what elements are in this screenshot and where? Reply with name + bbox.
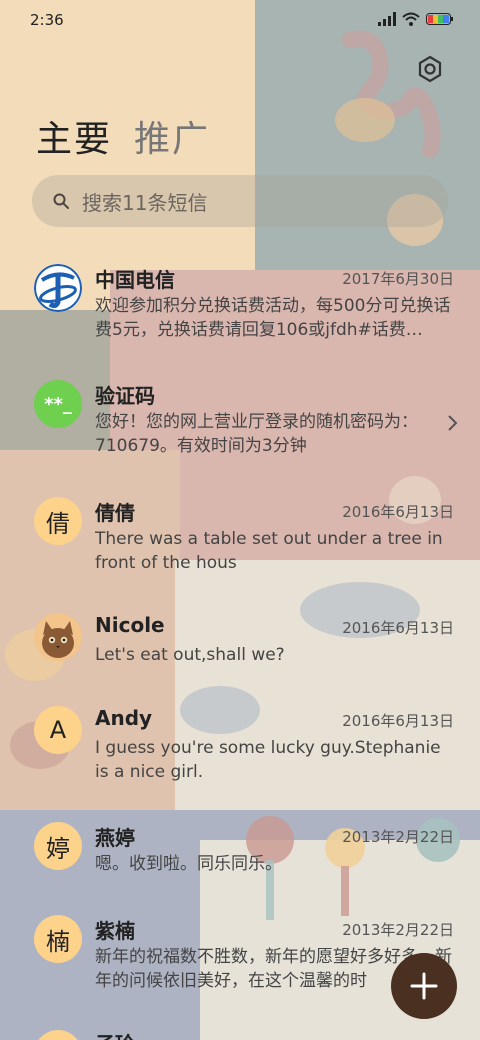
avatar: **_	[34, 380, 82, 428]
message-preview: I guess you're some lucky guy.Stephanie …	[95, 738, 441, 782]
conversation-row[interactable]: 倩 倩倩 2016年6月13日 There was a table set ou…	[0, 497, 480, 585]
conversation-row[interactable]: 婷 燕婷 2013年2月22日 嗯。收到啦。同乐同乐。	[0, 822, 480, 886]
avatar-letter: 婷	[46, 834, 70, 863]
tab-bar: 主要 推广	[36, 110, 210, 162]
message-preview: 嗯。收到啦。同乐同乐。	[95, 854, 282, 874]
contact-name: 中国电信	[95, 268, 175, 292]
message-preview: 欢迎参加积分兑换话费活动，每500分可兑换话费5元，兑换话费请回复106或jfd…	[95, 296, 451, 340]
search-placeholder: 搜索11条短信	[82, 190, 208, 215]
avatar	[34, 1030, 82, 1040]
message-date: 2016年6月13日	[342, 712, 454, 730]
conversation-row[interactable]: A Andy 2016年6月13日 I guess you're some lu…	[0, 706, 480, 794]
message-date: 2013年2月22日	[342, 828, 454, 846]
search-icon	[53, 193, 69, 209]
avatar-letter: 倩	[46, 509, 70, 538]
status-time: 2:36	[30, 11, 64, 29]
conversation-row[interactable]: **_ 验证码 您好！您的网上营业厅登录的随机密码为：710679。有效时间为3…	[0, 380, 480, 468]
battery-icon	[426, 13, 453, 25]
plus-icon	[410, 972, 438, 1000]
avatar-letter: A	[49, 716, 67, 744]
avatar	[34, 264, 82, 312]
compose-button[interactable]	[391, 953, 457, 1019]
avatar	[34, 613, 82, 661]
signal-icon	[378, 12, 396, 26]
contact-name: Andy	[95, 706, 153, 730]
avatar-text: **_	[44, 393, 72, 415]
message-date: 2016年6月13日	[342, 503, 454, 521]
conversation-row[interactable]: Nicole 2016年6月13日 Let's eat out,shall we…	[0, 613, 480, 677]
avatar: 婷	[34, 822, 82, 870]
status-bar: 2:36	[0, 0, 480, 40]
conversation-row[interactable]: 中国电信 2017年6月30日 欢迎参加积分兑换话费活动，每500分可兑换话费5…	[0, 264, 480, 352]
message-date: 2013年2月22日	[342, 921, 454, 939]
avatar: 楠	[34, 915, 82, 963]
contact-name: 验证码	[95, 384, 155, 408]
message-preview: There was a table set out under a tree i…	[95, 529, 443, 573]
contact-name: 倩倩	[95, 501, 135, 525]
tab-promotions[interactable]: 推广	[134, 110, 210, 162]
avatar-letter: 楠	[46, 927, 70, 956]
contact-name: 燕婷	[95, 826, 135, 850]
contact-name: Nicole	[95, 613, 165, 637]
wifi-icon	[402, 12, 420, 26]
message-date: 2016年6月13日	[342, 619, 454, 637]
contact-name: 子玲	[95, 1028, 135, 1040]
conversation-row[interactable]: 子玲	[0, 1026, 480, 1040]
gear-icon[interactable]	[416, 55, 444, 83]
message-preview: 您好！您的网上营业厅登录的随机密码为：710679。有效时间为3分钟	[95, 412, 418, 456]
message-date: 2017年6月30日	[342, 270, 454, 288]
chevron-right-icon[interactable]	[446, 414, 458, 432]
china-telecom-logo	[34, 264, 82, 312]
message-preview: Let's eat out,shall we?	[95, 645, 285, 665]
search-bar[interactable]: 搜索11条短信	[32, 175, 448, 227]
contact-name: 紫楠	[95, 919, 135, 943]
avatar: 倩	[34, 497, 82, 545]
tab-primary[interactable]: 主要	[36, 110, 112, 162]
cat-avatar-icon	[34, 613, 82, 661]
avatar: A	[34, 706, 82, 754]
